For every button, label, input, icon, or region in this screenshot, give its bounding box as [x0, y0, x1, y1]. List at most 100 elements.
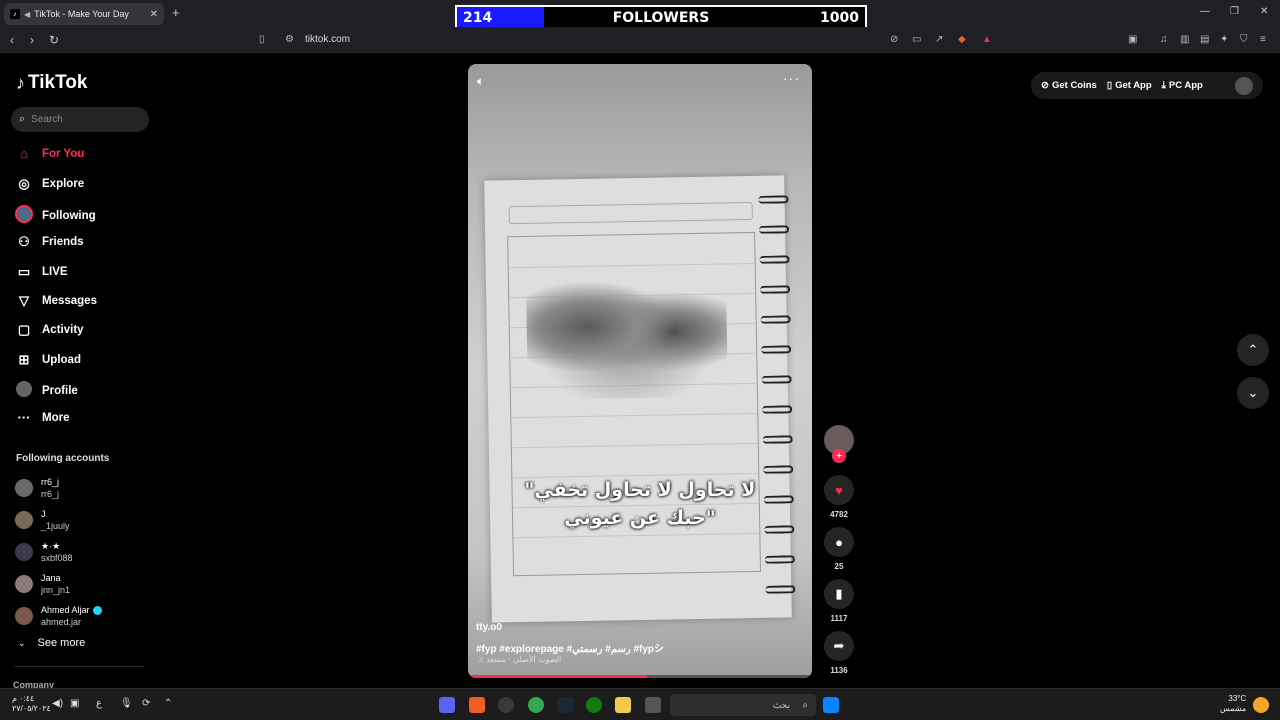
video-hashtags[interactable]: #fyp #explorepage #رسم# رسمتي #fypシ: [476, 640, 664, 655]
forward-icon[interactable]: ›: [30, 33, 34, 47]
minimize-icon[interactable]: —: [1200, 6, 1210, 17]
eyes-drawing: [525, 276, 728, 400]
sync-icon[interactable]: ⟳: [142, 698, 150, 709]
menu-icon[interactable]: ≡: [1260, 34, 1266, 45]
share-button[interactable]: ➦ 1136: [824, 631, 854, 675]
weather-condition: مشمس: [1220, 704, 1247, 713]
bookmark-icon[interactable]: ▯: [259, 34, 265, 45]
comment-button[interactable]: ● 25: [824, 527, 854, 571]
nav-messages[interactable]: ▽ Messages: [14, 293, 97, 309]
get-app-button[interactable]: Get App: [1115, 80, 1152, 91]
user-avatar[interactable]: [1235, 76, 1253, 95]
maximize-icon[interactable]: ❐: [1230, 6, 1239, 17]
app-icon[interactable]: [498, 697, 514, 713]
language-icon[interactable]: ع: [96, 698, 102, 709]
account-item[interactable]: Jana jnn_jn1: [15, 572, 70, 596]
discord-icon[interactable]: [439, 697, 455, 713]
comment-icon: ●: [824, 527, 854, 557]
account-item[interactable]: rr6_j rr6_j: [15, 476, 59, 500]
taskbar-clock[interactable]: ٠:٤٤ م ٢٧/٠٥/٢٠٢٤: [12, 694, 51, 714]
brave-shield-icon[interactable]: ◆: [958, 34, 966, 45]
like-count: 4782: [830, 510, 848, 519]
nav-friends[interactable]: ⚇ Friends: [14, 234, 83, 250]
start-icon[interactable]: [823, 697, 839, 713]
back-icon[interactable]: ‹: [10, 33, 14, 47]
coin-icon: ⊘: [1041, 80, 1049, 91]
cast-icon[interactable]: ▭: [912, 34, 921, 45]
share-page-icon[interactable]: ↗: [935, 34, 943, 45]
search-input[interactable]: ⌕ Search: [11, 107, 149, 132]
nav-following[interactable]: Following: [14, 205, 96, 226]
wallet-icon[interactable]: ▤: [1200, 34, 1209, 45]
close-window-icon[interactable]: ✕: [1260, 6, 1268, 17]
nav-activity[interactable]: ▢ Activity: [14, 322, 84, 338]
browser-tab[interactable]: ♪ ◀ TikTok - Make Your Day ✕: [4, 3, 164, 25]
nav-profile[interactable]: Profile: [14, 381, 78, 400]
nav-for-you[interactable]: ⌂ For You: [14, 146, 84, 161]
save-button[interactable]: ▮ 1117: [824, 579, 854, 623]
site-info-icon[interactable]: ⚙: [285, 34, 294, 45]
video-progress-bar[interactable]: [468, 675, 812, 678]
microphone-icon[interactable]: 🎙︎: [120, 698, 133, 709]
vpn-icon[interactable]: ⛉: [1240, 34, 1248, 45]
network-icon[interactable]: ▣: [70, 698, 79, 709]
share-arrow-icon: ➦: [824, 631, 854, 661]
nav-label: Profile: [42, 384, 78, 397]
previous-video-button[interactable]: ⌃: [1237, 334, 1269, 366]
video-username[interactable]: tty.o0: [476, 622, 502, 633]
taskbar-search[interactable]: بحث ⌕: [670, 694, 816, 716]
nav-explore[interactable]: ◎ Explore: [14, 176, 84, 192]
account-handle: rr6_j: [41, 489, 60, 499]
see-more-button[interactable]: ⌄ See more: [18, 637, 85, 649]
sidebar-toggle-icon[interactable]: ▥: [1180, 34, 1189, 45]
steam-icon[interactable]: [557, 697, 573, 713]
close-tab-icon[interactable]: ✕: [150, 9, 158, 20]
video-frame-notebook: [484, 175, 796, 623]
url-text[interactable]: tiktok.com: [305, 34, 350, 45]
follow-plus-icon[interactable]: +: [832, 449, 846, 463]
tab-audio-icon[interactable]: ◀: [24, 10, 30, 19]
chevron-down-icon: ⌄: [1247, 385, 1259, 400]
nav-live[interactable]: ▭ LIVE: [14, 264, 68, 280]
account-item[interactable]: Ahmed Aljar ahmed.jar: [15, 604, 102, 628]
media-icon[interactable]: ♫: [1160, 34, 1168, 45]
account-item[interactable]: ★·★ sxbf088: [15, 540, 73, 564]
new-tab-icon[interactable]: +: [172, 5, 180, 20]
brave-rewards-icon[interactable]: ▲: [982, 34, 992, 45]
tiktok-logo[interactable]: ♪ TikTok: [16, 72, 87, 94]
account-item[interactable]: J _1juuly: [15, 508, 70, 532]
video-music[interactable]: ♫ الصوت الأصلي - مسعد: [478, 655, 561, 664]
chevron-up-icon: ⌃: [1247, 342, 1259, 357]
logo-text: TikTok: [28, 72, 88, 93]
windows-taskbar: ٠:٤٤ م ٢٧/٠٥/٢٠٢٤ ◀) ▣ ع 🎙︎ ⟳ ⌃ بحث ⌕ 33…: [0, 688, 1280, 720]
video-player[interactable]: "لا تحاول لا تحاول تخفي حبك عن عيوني" 🔈︎…: [468, 64, 812, 678]
video-progress-fill: [468, 675, 647, 678]
tracking-icon[interactable]: ⊘: [890, 34, 898, 45]
xbox-icon[interactable]: [586, 697, 602, 713]
store-icon[interactable]: [645, 697, 661, 713]
leo-ai-icon[interactable]: ✦: [1220, 34, 1228, 45]
download-icon: ⤓: [1161, 80, 1166, 91]
nav-label: For You: [42, 147, 85, 160]
screenshot-icon[interactable]: ▣: [1128, 34, 1137, 45]
nav-label: Upload: [42, 354, 81, 366]
pc-app-button[interactable]: PC App: [1169, 80, 1203, 91]
avatar: [15, 479, 33, 497]
volume-icon[interactable]: 🔈︎: [477, 74, 484, 89]
search-placeholder: Search: [31, 114, 63, 125]
comment-count: 25: [834, 562, 844, 571]
like-button[interactable]: ♥ 4782: [824, 475, 854, 519]
nav-more[interactable]: ··· More: [14, 410, 70, 425]
video-more-icon[interactable]: ···: [783, 70, 800, 86]
get-coins-button[interactable]: Get Coins: [1052, 80, 1097, 91]
volume-icon[interactable]: ◀): [52, 698, 63, 709]
nav-upload[interactable]: ⊞ Upload: [14, 352, 81, 368]
taskbar-weather[interactable]: 33°C مشمس: [1220, 694, 1246, 714]
tray-chevron-icon[interactable]: ⌃: [164, 698, 172, 709]
chrome-icon[interactable]: [528, 697, 544, 713]
heart-icon: ♥: [824, 475, 854, 505]
next-video-button[interactable]: ⌄: [1237, 377, 1269, 409]
brave-browser-icon[interactable]: [469, 697, 485, 713]
reload-icon[interactable]: ↻: [49, 33, 59, 47]
file-explorer-icon[interactable]: [615, 697, 631, 713]
